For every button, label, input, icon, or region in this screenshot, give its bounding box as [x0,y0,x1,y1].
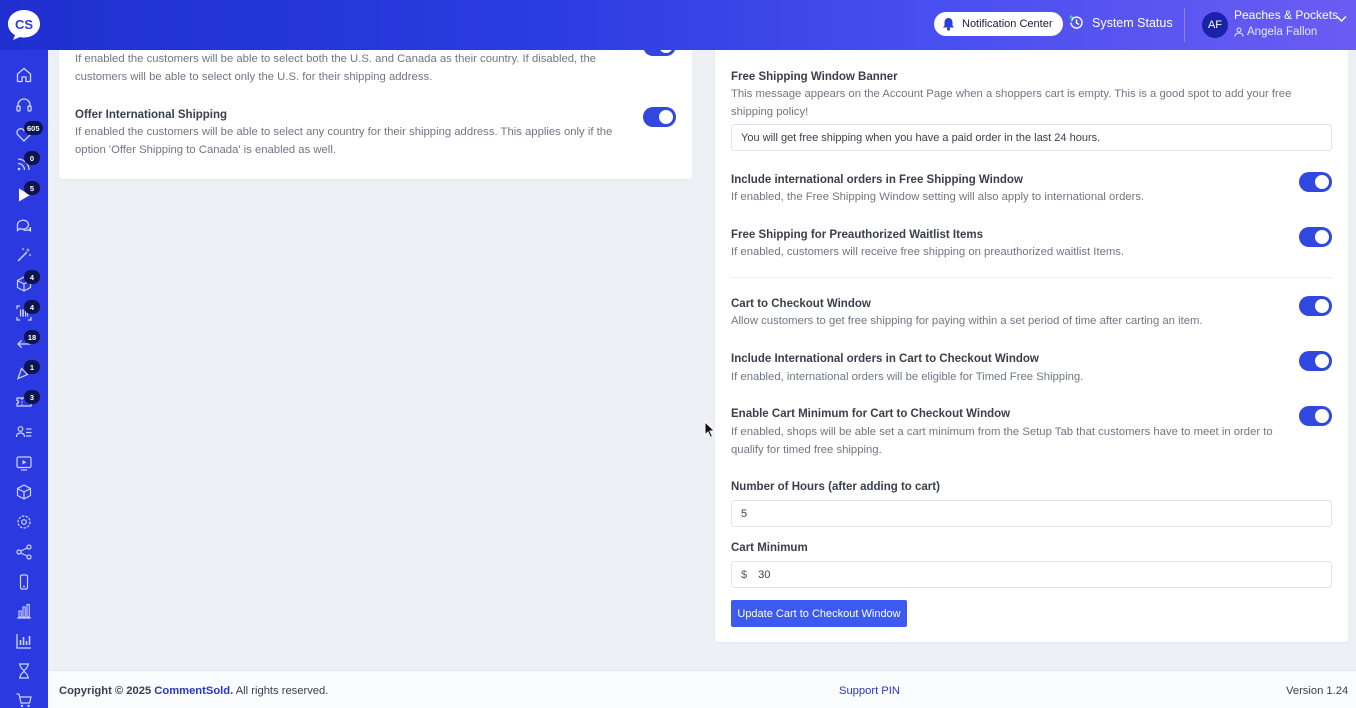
banner-description: This message appears on the Account Page… [731,88,1292,118]
waitlist-free-shipping-title: Free Shipping for Preauthorized Waitlist… [731,229,983,241]
copyright-prefix: Copyright © 2025 [59,685,152,697]
cart-minimum-enable-description: If enabled, shops will be able set a car… [731,426,1273,456]
cart-to-checkout-title: Cart to Checkout Window [731,298,871,310]
analytics-icon[interactable] [15,632,33,650]
waitlist-free-shipping-description: If enabled, customers will receive free … [731,246,1125,258]
cube-icon[interactable] [15,483,33,501]
mouse-cursor-icon [704,421,716,439]
notification-center-label: Notification Center [962,18,1053,30]
system-status-link[interactable]: System Status [1068,14,1173,31]
video-badge: 5 [24,181,40,195]
user-list-icon[interactable] [15,423,33,441]
tickets-badge: 3 [24,390,40,404]
live-shopping-badge: 605 [24,121,43,135]
section-divider [731,277,1332,278]
sidebar: 605 0 5 4 4 18 1 3 [0,50,48,708]
headset-icon[interactable] [15,96,33,114]
home-icon[interactable] [15,66,33,84]
banner-title: Free Shipping Window Banner [731,71,898,83]
user-name: Angela Fallon [1247,26,1318,38]
hourglass-icon[interactable] [15,662,33,680]
bell-icon [943,18,954,31]
footer: Copyright © 2025 CommentSold. All rights… [48,670,1356,708]
top-bar: CS Notification Center System Status AF … [0,0,1356,50]
cart-minimum-input[interactable]: $ 30 [731,561,1332,588]
bar-chart-icon[interactable] [15,602,33,620]
cart-minimum-value: 30 [758,568,771,581]
shop-name[interactable]: Peaches & Pockets [1234,8,1338,22]
feeds-badge: 0 [24,151,40,165]
magic-wand-icon[interactable] [15,246,33,264]
cart-minimum-label: Cart Minimum [731,542,808,554]
banner-message-input[interactable]: You will get free shipping when you have… [731,124,1332,151]
rights-text: All rights reserved. [235,685,329,697]
cart-minimum-enable-title: Enable Cart Minimum for Cart to Checkout… [731,408,1011,420]
history-clock-icon [1069,15,1083,29]
intl-free-shipping-window-title: Include international orders in Free Shi… [731,174,1023,186]
waitlist-free-shipping-toggle[interactable] [1299,227,1332,247]
cart-to-checkout-description: Allow customers to get free shipping for… [731,315,1203,327]
hours-input[interactable]: 5 [731,500,1332,527]
share-icon[interactable] [15,543,33,561]
mobile-phone-icon[interactable] [15,573,33,591]
intl-cart-to-checkout-description: If enabled, international orders will be… [731,371,1084,383]
offer-international-title: Offer International Shipping [75,109,228,121]
video-screen-icon[interactable] [15,454,33,472]
avatar[interactable]: AF [1202,12,1228,38]
version-text: Version 1.24 [1286,685,1349,697]
scanner-badge: 4 [24,300,40,314]
brand-link[interactable]: CommentSold. [154,685,233,697]
cart-to-checkout-toggle[interactable] [1299,296,1332,316]
commentsold-logo[interactable]: CS [7,9,41,41]
marketing-badge: 1 [24,360,40,374]
products-badge: 4 [24,270,40,284]
cart-icon[interactable] [15,691,33,708]
gear-icon[interactable] [15,513,33,531]
intl-free-shipping-window-toggle[interactable] [1299,172,1332,192]
intl-cart-to-checkout-title: Include International orders in Cart to … [731,353,1039,365]
header-divider [1184,8,1185,42]
logo-text: CS [15,17,33,32]
system-status-label: System Status [1092,15,1173,30]
offer-international-toggle[interactable] [643,107,676,127]
update-cart-to-checkout-button[interactable]: Update Cart to Checkout Window [731,600,907,627]
hours-label: Number of Hours (after adding to cart) [731,481,940,493]
user-icon [1234,27,1244,37]
copyright: Copyright © 2025 CommentSold. All rights… [59,685,328,697]
user-name-row[interactable]: Angela Fallon [1234,26,1317,38]
notification-center-button[interactable]: Notification Center [934,12,1063,36]
currency-symbol: $ [741,568,748,581]
offer-international-description: If enabled the customers will be able to… [75,126,613,156]
support-pin-link[interactable]: Support PIN [839,685,900,697]
offer-canada-description: If enabled the customers will be able to… [75,53,597,83]
chat-icon[interactable] [15,216,33,234]
cart-minimum-enable-toggle[interactable] [1299,406,1332,426]
intl-cart-to-checkout-toggle[interactable] [1299,351,1332,371]
intl-free-shipping-window-description: If enabled, the Free Shipping Window set… [731,191,1145,203]
returns-badge: 18 [24,330,40,344]
chevron-down-icon[interactable] [1336,15,1347,23]
